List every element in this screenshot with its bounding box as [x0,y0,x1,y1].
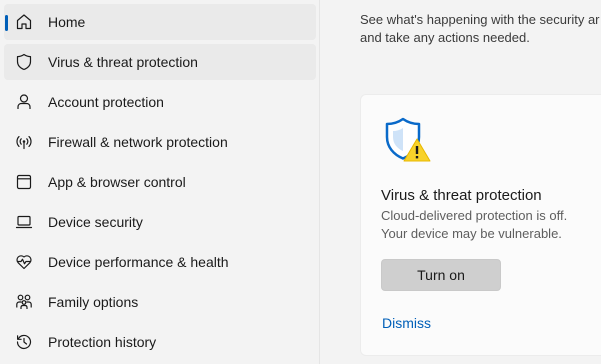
sidebar-item-device-security[interactable]: Device security [4,204,316,240]
shield-warning-icon [381,115,433,167]
sidebar-item-label: App & browser control [48,174,186,190]
sidebar-item-firewall-network-protection[interactable]: Firewall & network protection [4,124,316,160]
sidebar-item-device-performance-health[interactable]: Device performance & health [4,244,316,280]
sidebar-item-home[interactable]: Home [4,4,316,40]
active-indicator [5,15,8,31]
sidebar-item-app-browser-control[interactable]: App & browser control [4,164,316,200]
sidebar-item-protection-history[interactable]: Protection history [4,324,316,360]
sidebar-item-account-protection[interactable]: Account protection [4,84,316,120]
history-icon [14,332,34,352]
heart-pulse-icon [14,252,34,272]
sidebar-item-label: Home [48,14,86,30]
home-icon [14,12,34,32]
laptop-icon [14,212,34,232]
sidebar-item-label: Device performance & health [48,254,229,270]
main-content: See what's happening with the security a… [320,0,601,364]
sidebar-item-label: Virus & threat protection [48,54,198,70]
card-title: Virus & threat protection [381,187,542,204]
sidebar: Home Virus & threat protection Account p… [0,0,320,364]
sidebar-item-label: Protection history [48,334,157,350]
family-icon [14,292,34,312]
sidebar-item-virus-threat-protection[interactable]: Virus & threat protection [4,44,316,80]
dismiss-link[interactable]: Dismiss [382,315,431,331]
shield-icon [14,52,34,72]
sidebar-item-label: Firewall & network protection [48,134,228,150]
card-description: Cloud-delivered protection is off. Your … [381,208,568,241]
sidebar-item-label: Device security [48,214,143,230]
turn-on-button[interactable]: Turn on [381,259,501,291]
sidebar-item-family-options[interactable]: Family options [4,284,316,320]
virus-threat-alert-card: Virus & threat protection Cloud-delivere… [360,94,601,356]
wireless-icon [14,132,34,152]
sidebar-item-label: Account protection [48,94,164,110]
browser-window-icon [14,172,34,192]
sidebar-item-label: Family options [48,294,139,310]
person-icon [14,92,34,112]
page-description: See what's happening with the security a… [360,12,600,45]
